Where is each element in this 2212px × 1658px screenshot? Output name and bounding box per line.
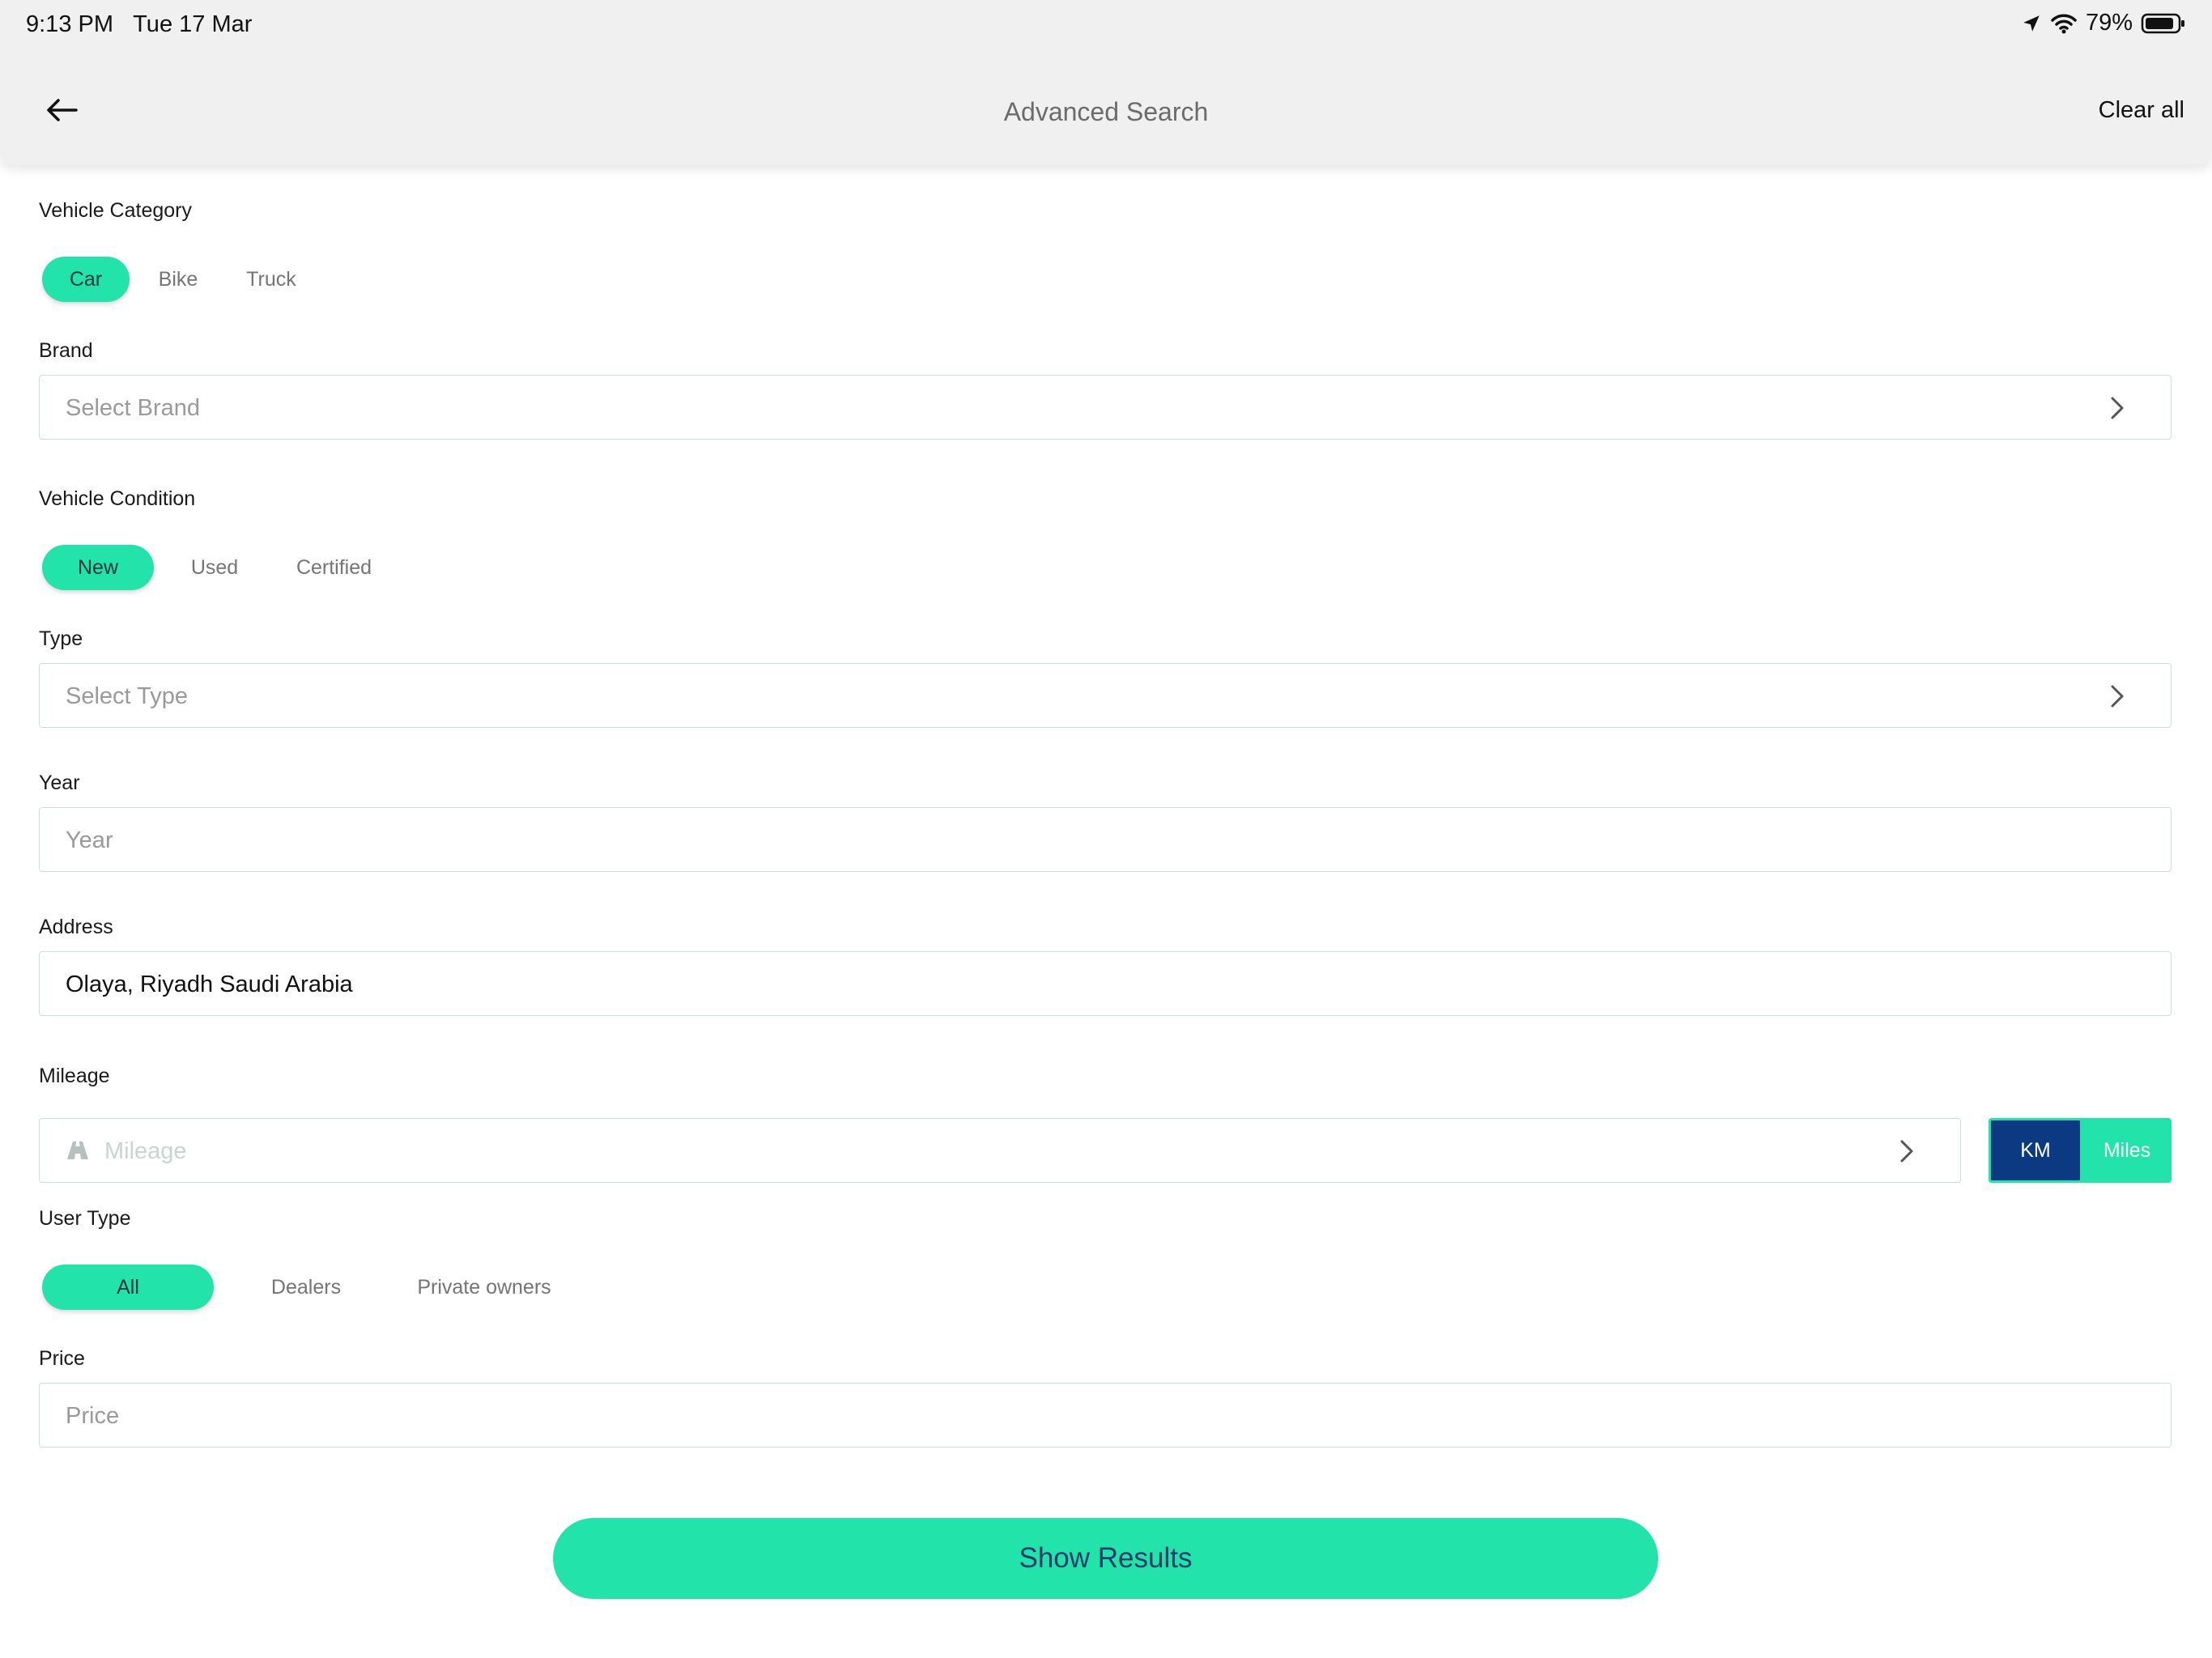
user-type-chips: All Dealers Private owners <box>42 1265 570 1310</box>
type-label: Type <box>39 627 83 650</box>
address-input[interactable]: Olaya, Riyadh Saudi Arabia <box>39 951 2172 1016</box>
type-placeholder: Select Type <box>66 683 189 709</box>
vehicle-category-chips: Car Bike Truck <box>42 257 316 302</box>
chip-certified[interactable]: Certified <box>275 545 393 590</box>
brand-placeholder: Select Brand <box>66 395 201 421</box>
chevron-right-icon <box>1900 1140 1913 1163</box>
wifi-icon <box>2051 14 2077 33</box>
road-icon <box>67 1141 88 1159</box>
clear-all-button[interactable]: Clear all <box>2099 97 2184 124</box>
chip-car[interactable]: Car <box>42 257 130 302</box>
mileage-label: Mileage <box>39 1065 110 1087</box>
chip-all[interactable]: All <box>42 1265 214 1310</box>
year-input[interactable]: Year <box>39 807 2172 872</box>
price-input[interactable]: Price <box>39 1383 2172 1448</box>
mileage-select[interactable]: Mileage <box>39 1118 1961 1183</box>
status-bar: 9:13 PM Tue 17 Mar 79% <box>0 0 2212 49</box>
show-results-button[interactable]: Show Results <box>553 1518 1658 1599</box>
battery-percent: 79% <box>2085 10 2133 36</box>
price-label: Price <box>39 1347 85 1370</box>
brand-select[interactable]: Select Brand <box>39 375 2172 440</box>
price-placeholder: Price <box>66 1403 120 1429</box>
chip-private-owners[interactable]: Private owners <box>398 1265 570 1310</box>
vehicle-category-label: Vehicle Category <box>39 199 193 222</box>
status-indicators: 79% <box>2021 10 2186 36</box>
user-type-label: User Type <box>39 1207 131 1230</box>
chip-used[interactable]: Used <box>154 545 275 590</box>
year-placeholder: Year <box>66 827 113 853</box>
address-value: Olaya, Riyadh Saudi Arabia <box>66 971 353 997</box>
type-select[interactable]: Select Type <box>39 663 2172 728</box>
address-label: Address <box>39 916 113 938</box>
chip-bike[interactable]: Bike <box>130 257 227 302</box>
mileage-placeholder: Mileage <box>104 1138 187 1164</box>
unit-km-button[interactable]: KM <box>1989 1118 2082 1183</box>
chevron-right-icon <box>2111 685 2124 708</box>
status-time-date: 9:13 PM Tue 17 Mar <box>26 11 253 37</box>
chip-dealers[interactable]: Dealers <box>214 1265 398 1310</box>
brand-label: Brand <box>39 339 93 362</box>
year-label: Year <box>39 772 80 794</box>
chip-new[interactable]: New <box>42 545 154 590</box>
vehicle-condition-chips: New Used Certified <box>42 545 393 590</box>
chevron-right-icon <box>2111 397 2124 419</box>
location-arrow-icon <box>2023 15 2040 32</box>
vehicle-condition-label: Vehicle Condition <box>39 487 196 510</box>
unit-miles-button[interactable]: Miles <box>2082 1118 2172 1183</box>
distance-unit-toggle: KM Miles <box>1989 1118 2172 1183</box>
page-title: Advanced Search <box>1003 97 1209 126</box>
navigation-bar: 9:13 PM Tue 17 Mar 79% Advanced Search C… <box>0 0 2212 164</box>
battery-icon <box>2141 13 2184 33</box>
chip-truck[interactable]: Truck <box>227 257 316 302</box>
